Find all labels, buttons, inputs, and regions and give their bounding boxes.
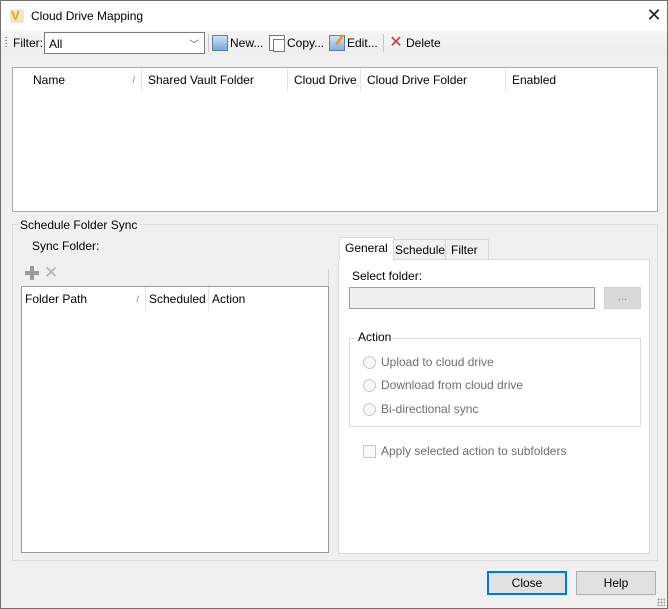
radio-button[interactable]	[363, 355, 376, 369]
mapping-table[interactable]: Name / Shared Vault Folder Cloud Drive C…	[12, 67, 658, 212]
radio-label: Bi-directional sync	[381, 402, 479, 416]
apply-to-subfolders-checkbox[interactable]: Apply selected action to subfolders	[363, 444, 566, 458]
add-folder-icon[interactable]	[25, 266, 39, 280]
title-bar: V Cloud Drive Mapping ✕	[1, 1, 667, 31]
column-header-action[interactable]: Action	[209, 287, 289, 311]
column-header-enabled[interactable]: Enabled	[506, 68, 586, 92]
remove-folder-icon[interactable]: ✕	[44, 263, 58, 283]
toolbar-separator	[208, 34, 209, 52]
copy-icon	[269, 35, 285, 52]
vault-app-icon: V	[10, 8, 24, 23]
edit-icon	[329, 35, 345, 51]
resize-grip[interactable]	[657, 598, 665, 606]
delete-label: Delete	[406, 36, 441, 50]
new-button[interactable]: New...	[212, 33, 263, 53]
sync-folder-table[interactable]: Folder Path / Scheduled Action	[21, 286, 329, 553]
toolbar-separator	[383, 34, 384, 52]
toolbar: Filter: All ﹀ New... Copy... Edit... ✕ D…	[1, 31, 667, 55]
sort-indicator-icon: /	[136, 294, 139, 304]
radio-label: Upload to cloud drive	[381, 355, 494, 369]
edit-button[interactable]: Edit...	[329, 33, 378, 53]
help-button[interactable]: Help	[576, 571, 656, 595]
delete-button[interactable]: ✕ Delete	[388, 33, 441, 53]
edit-label: Edit...	[347, 36, 378, 50]
copy-label: Copy...	[287, 36, 325, 50]
schedule-group-title: Schedule Folder Sync	[18, 218, 140, 232]
close-button[interactable]: Close	[487, 571, 567, 595]
delete-icon: ✕	[389, 34, 403, 51]
close-window-button[interactable]: ✕	[644, 6, 664, 26]
tab-general[interactable]: General	[339, 237, 394, 260]
radio-download-from-cloud-drive[interactable]: Download from cloud drive	[363, 378, 523, 392]
new-label: New...	[230, 36, 264, 50]
tab-schedule[interactable]: Schedule	[389, 239, 452, 260]
select-folder-label: Select folder:	[352, 269, 423, 283]
sync-folder-label: Sync Folder:	[32, 239, 100, 253]
column-header-name[interactable]: Name /	[27, 68, 142, 92]
filter-label: Filter:	[13, 36, 43, 50]
action-group-title: Action	[356, 330, 394, 344]
filter-value: All	[49, 37, 63, 51]
column-header-shared-vault-folder[interactable]: Shared Vault Folder	[142, 68, 288, 92]
chevron-down-icon: ﹀	[189, 40, 199, 51]
filter-dropdown[interactable]: All ﹀	[44, 32, 205, 54]
select-folder-input[interactable]	[349, 287, 595, 309]
radio-button[interactable]	[363, 378, 376, 392]
cloud-drive-mapping-dialog: V Cloud Drive Mapping ✕ Filter: All ﹀ Ne…	[0, 0, 668, 609]
radio-bi-directional-sync[interactable]: Bi-directional sync	[363, 402, 478, 416]
window-title: Cloud Drive Mapping	[31, 9, 144, 23]
toolbar-grip[interactable]	[5, 37, 7, 49]
checkbox[interactable]	[363, 444, 376, 458]
checkbox-label: Apply selected action to subfolders	[381, 444, 567, 458]
sort-indicator-icon: /	[132, 75, 135, 85]
radio-upload-to-cloud-drive[interactable]: Upload to cloud drive	[363, 355, 494, 369]
column-header-scheduled[interactable]: Scheduled	[146, 287, 209, 311]
column-header-cloud-drive-folder[interactable]: Cloud Drive Folder	[361, 68, 506, 92]
new-icon	[212, 35, 228, 51]
tab-filter[interactable]: Filter	[445, 239, 489, 260]
radio-button[interactable]	[363, 402, 376, 416]
copy-button[interactable]: Copy...	[269, 33, 324, 53]
column-header-cloud-drive[interactable]: Cloud Drive	[288, 68, 361, 92]
browse-folder-button[interactable]: ...	[604, 287, 641, 309]
column-header-folder-path[interactable]: Folder Path /	[22, 287, 146, 311]
radio-label: Download from cloud drive	[381, 378, 524, 392]
